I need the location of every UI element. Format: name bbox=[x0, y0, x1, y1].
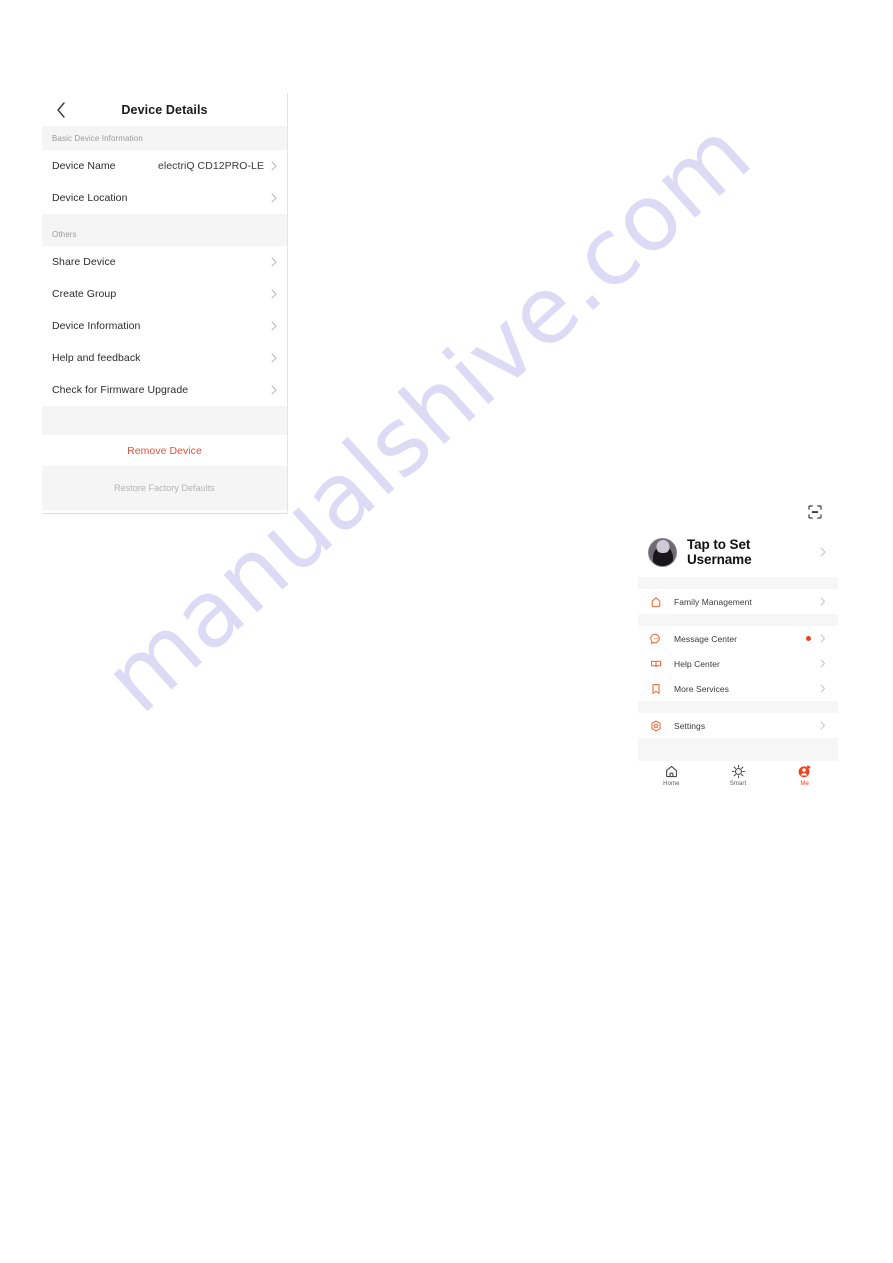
smart-sun-icon bbox=[731, 764, 746, 779]
row-share-device[interactable]: Share Device bbox=[42, 246, 287, 278]
tab-home[interactable]: Home bbox=[638, 764, 705, 787]
menu-item-family-management[interactable]: Family Management bbox=[638, 589, 838, 614]
device-name-value: electriQ CD12PRO-LE bbox=[158, 160, 264, 172]
avatar-head-shape bbox=[656, 540, 669, 554]
menu-item-label: Settings bbox=[674, 720, 706, 731]
tab-label: Me bbox=[800, 781, 809, 787]
tab-smart[interactable]: Smart bbox=[705, 764, 772, 787]
row-label: Help and feedback bbox=[52, 352, 141, 364]
menu-item-more-services[interactable]: More Services bbox=[638, 676, 838, 701]
menu-group-settings: Settings bbox=[638, 713, 838, 738]
menu-item-help-center[interactable]: Help Center bbox=[638, 651, 838, 676]
chevron-right-icon bbox=[818, 721, 826, 730]
home-outline-icon bbox=[650, 596, 662, 608]
chevron-right-icon bbox=[268, 385, 277, 395]
row-label: Device Name bbox=[52, 160, 116, 172]
restore-factory-defaults-button[interactable]: Restore Factory Defaults bbox=[42, 466, 287, 510]
row-check-for-firmware-upgrade[interactable]: Check for Firmware Upgrade bbox=[42, 374, 287, 406]
back-button[interactable] bbox=[52, 101, 70, 119]
device-details-panel: Device Details Basic Device Information … bbox=[42, 93, 288, 514]
scan-code-icon[interactable] bbox=[808, 505, 822, 519]
chevron-right-icon bbox=[818, 659, 826, 668]
chevron-right-icon bbox=[268, 321, 277, 331]
tab-label: Smart bbox=[729, 781, 747, 787]
menu-item-label: Family Management bbox=[674, 596, 752, 607]
bookmark-icon bbox=[650, 683, 662, 695]
help-book-icon bbox=[650, 658, 662, 670]
me-topbar bbox=[638, 497, 838, 527]
menu-item-label: More Services bbox=[674, 683, 729, 694]
device-details-header: Device Details bbox=[42, 93, 287, 126]
menu-group-family: Family Management bbox=[638, 589, 838, 614]
row-help-and-feedback[interactable]: Help and feedback bbox=[42, 342, 287, 374]
chevron-right-icon bbox=[818, 597, 826, 606]
avatar[interactable] bbox=[648, 537, 677, 567]
menu-item-label: Message Center bbox=[674, 633, 738, 644]
row-device-name[interactable]: Device Name electriQ CD12PRO-LE bbox=[42, 150, 287, 182]
remove-device-button[interactable]: Remove Device bbox=[42, 435, 287, 466]
me-screen-panel: Tap to Set Username Family Management Me… bbox=[638, 497, 838, 834]
menu-group-services: Message Center Help Center More Services bbox=[638, 626, 838, 701]
row-label: Check for Firmware Upgrade bbox=[52, 384, 189, 396]
page-title: Device Details bbox=[121, 102, 208, 117]
chevron-right-icon bbox=[268, 193, 277, 203]
chevron-right-icon bbox=[268, 161, 277, 171]
menu-item-label: Help Center bbox=[674, 658, 720, 669]
group-spacer bbox=[638, 614, 838, 626]
chevron-right-icon bbox=[818, 684, 826, 693]
status-badge bbox=[806, 636, 811, 641]
bottom-tab-bar: Home Smart Me bbox=[638, 761, 838, 795]
message-bubble-icon bbox=[650, 633, 662, 645]
section-label-others: Others bbox=[42, 222, 287, 246]
gear-target-icon bbox=[650, 720, 662, 732]
section-spacer bbox=[42, 406, 287, 435]
tab-label: Home bbox=[663, 781, 680, 787]
page-root: Device Details Basic Device Information … bbox=[0, 0, 893, 1263]
username-label: Tap to Set Username bbox=[687, 537, 752, 567]
section-label-basic-device-information: Basic Device Information bbox=[42, 126, 287, 150]
chevron-right-icon bbox=[818, 634, 826, 643]
me-person-icon bbox=[797, 764, 812, 779]
chevron-right-icon bbox=[268, 289, 277, 299]
group-spacer bbox=[638, 577, 838, 589]
chevron-right-icon bbox=[268, 257, 277, 267]
row-create-group[interactable]: Create Group bbox=[42, 278, 287, 310]
row-label: Device Location bbox=[52, 192, 128, 204]
row-label: Create Group bbox=[52, 288, 117, 300]
row-device-location[interactable]: Device Location bbox=[42, 182, 287, 214]
tabbar-spacer bbox=[638, 738, 838, 761]
row-label: Device Information bbox=[52, 320, 141, 332]
chevron-left-icon bbox=[57, 101, 65, 118]
section-spacer bbox=[42, 214, 287, 222]
row-label: Share Device bbox=[52, 256, 116, 268]
profile-row[interactable]: Tap to Set Username bbox=[638, 527, 838, 577]
home-icon bbox=[664, 764, 679, 779]
row-device-information[interactable]: Device Information bbox=[42, 310, 287, 342]
menu-item-message-center[interactable]: Message Center bbox=[638, 626, 838, 651]
chevron-right-icon bbox=[268, 353, 277, 363]
tab-me[interactable]: Me bbox=[771, 764, 838, 787]
group-spacer bbox=[638, 701, 838, 713]
menu-item-settings[interactable]: Settings bbox=[638, 713, 838, 738]
chevron-right-icon bbox=[818, 547, 826, 557]
